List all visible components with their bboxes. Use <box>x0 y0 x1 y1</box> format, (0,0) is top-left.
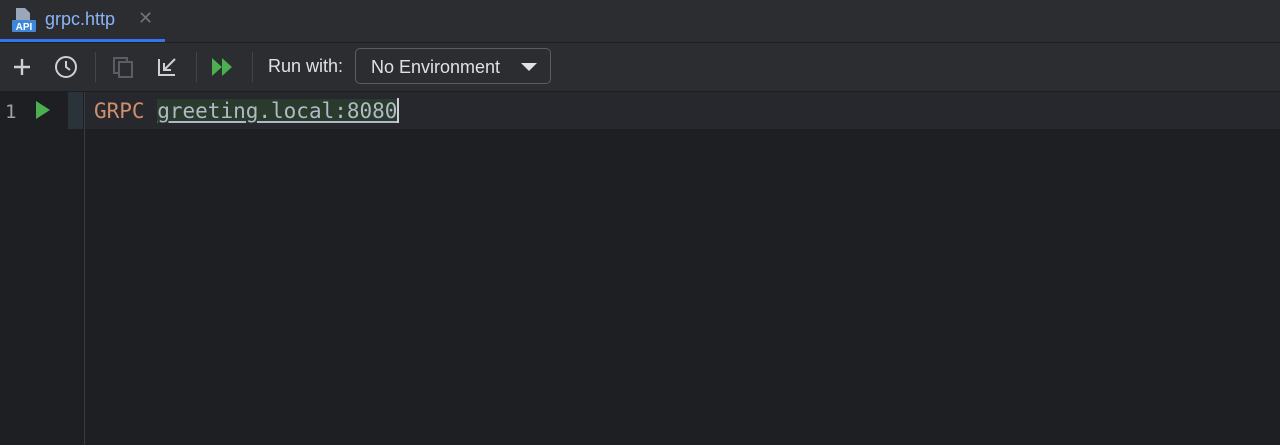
run-all-button[interactable] <box>209 53 237 81</box>
environment-value: No Environment <box>371 57 501 77</box>
environment-select[interactable]: No Environment <box>355 48 551 84</box>
clock-icon <box>55 56 77 78</box>
code-editor[interactable]: GRPC greeting.local:8080 <box>85 92 1280 445</box>
toolbar-separator <box>95 52 96 82</box>
add-request-button[interactable] <box>8 53 36 81</box>
code-line: GRPC greeting.local:8080 <box>94 98 400 123</box>
line-number: 1 <box>5 101 17 123</box>
http-toolbar: Run with: No Environment <box>0 43 1280 92</box>
active-tab-indicator <box>0 39 165 42</box>
chevron-down-icon <box>521 63 537 71</box>
toolbar-separator <box>252 52 253 82</box>
plus-icon <box>14 59 30 75</box>
grpc-address-link[interactable]: greeting.local:8080 <box>157 99 398 123</box>
grpc-keyword: GRPC <box>94 99 145 123</box>
import-arrow-icon <box>158 58 176 76</box>
tab-bar: API grpc.http ✕ <box>0 0 1280 43</box>
copy-button[interactable] <box>109 53 137 81</box>
editor-gutter: 1 <box>0 92 85 445</box>
run-with-label: Run with: <box>268 56 344 76</box>
run-all-icon <box>212 58 232 76</box>
copy-icon <box>113 57 133 78</box>
import-button[interactable] <box>153 53 181 81</box>
tab-grpc-http[interactable]: API grpc.http ✕ <box>0 0 165 42</box>
current-line-gutter-marker <box>68 92 83 129</box>
run-request-icon[interactable] <box>36 101 50 119</box>
api-file-icon: API <box>12 8 36 33</box>
toolbar-separator <box>196 52 197 82</box>
text-caret <box>397 98 400 123</box>
tab-label: grpc.http <box>45 9 116 29</box>
close-icon[interactable]: ✕ <box>138 8 153 29</box>
history-button[interactable] <box>52 53 80 81</box>
api-icon-text: API <box>16 22 33 33</box>
